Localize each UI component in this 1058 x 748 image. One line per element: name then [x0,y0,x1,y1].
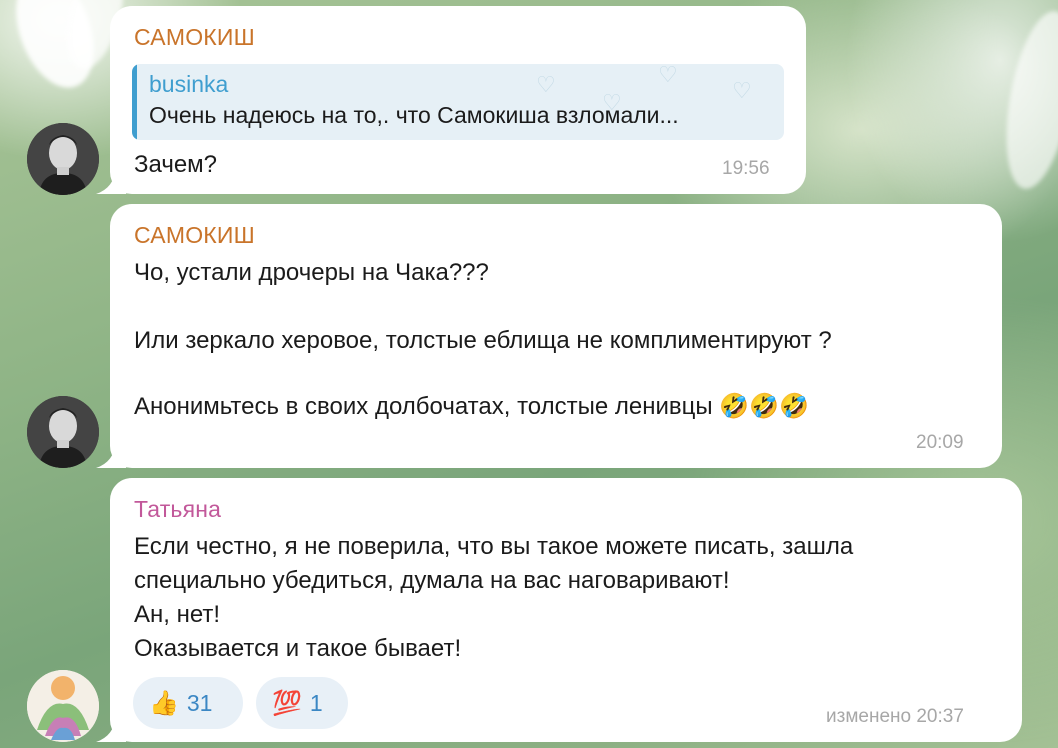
message-text: Ан, нет! [134,601,221,628]
message-text: Или зеркало херовое, толстые еблища не к… [134,327,832,354]
message-time: 19:56 [722,158,770,179]
avatar-tatyana[interactable] [27,670,99,742]
heart-pattern-icon: ♡ [536,72,556,97]
heart-pattern-icon: ♡ [658,64,678,87]
reply-text: Очень надеюсь на то,. что Самокиша взлом… [149,102,679,128]
message-sender[interactable]: САМОКИШ [134,24,255,51]
message-sender[interactable]: Татьяна [134,496,221,523]
reaction-count: 1 [309,689,323,716]
reaction-hundred[interactable]: 💯 1 [256,677,348,729]
background-petal [994,6,1058,194]
message-bubble[interactable] [110,478,1022,742]
reply-accent-bar [132,64,137,140]
reply-author: businka [149,71,229,97]
heart-pattern-icon: ♡ [602,90,622,115]
hundred-points-icon: 💯 [272,689,302,717]
avatar-samokish[interactable] [27,123,99,195]
message-text: Зачем? [134,151,218,178]
thumbs-up-icon: 👍 [149,689,179,717]
avatar-samokish[interactable] [27,396,99,468]
message-text: Анонимьтесь в своих долбочатах, толстые … [134,393,809,420]
message-text: Если честно, я не поверила, что вы такое… [134,533,854,560]
message-text: специально убедиться, думала на вас наго… [134,567,730,594]
message-time: изменено 20:37 [826,706,964,727]
reaction-count: 31 [186,689,213,716]
heart-pattern-icon: ♡ [732,78,752,103]
message-sender[interactable]: САМОКИШ [134,222,255,249]
message-text: Чо, устали дрочеры на Чака??? [134,259,489,286]
reply-preview[interactable]: businka Очень надеюсь на то,. что Самоки… [132,64,784,140]
reaction-thumbs-up[interactable]: 👍 31 [133,677,243,729]
message-text: Оказывается и такое бывает! [134,635,462,662]
message-time: 20:09 [916,432,964,453]
